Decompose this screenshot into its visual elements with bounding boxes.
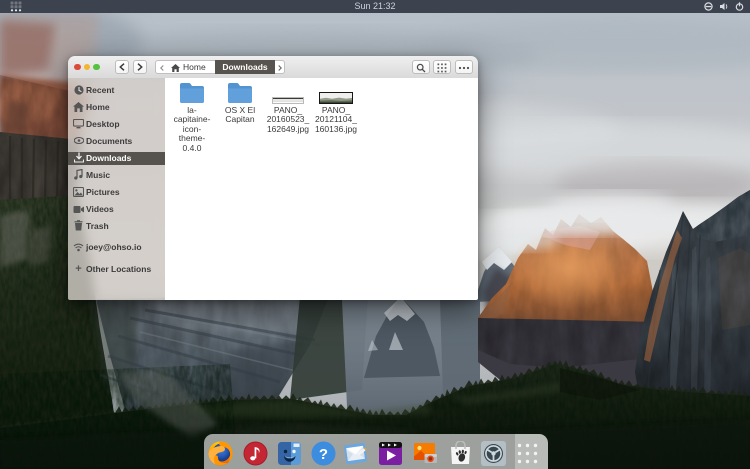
svg-text:?: ?	[319, 446, 328, 463]
